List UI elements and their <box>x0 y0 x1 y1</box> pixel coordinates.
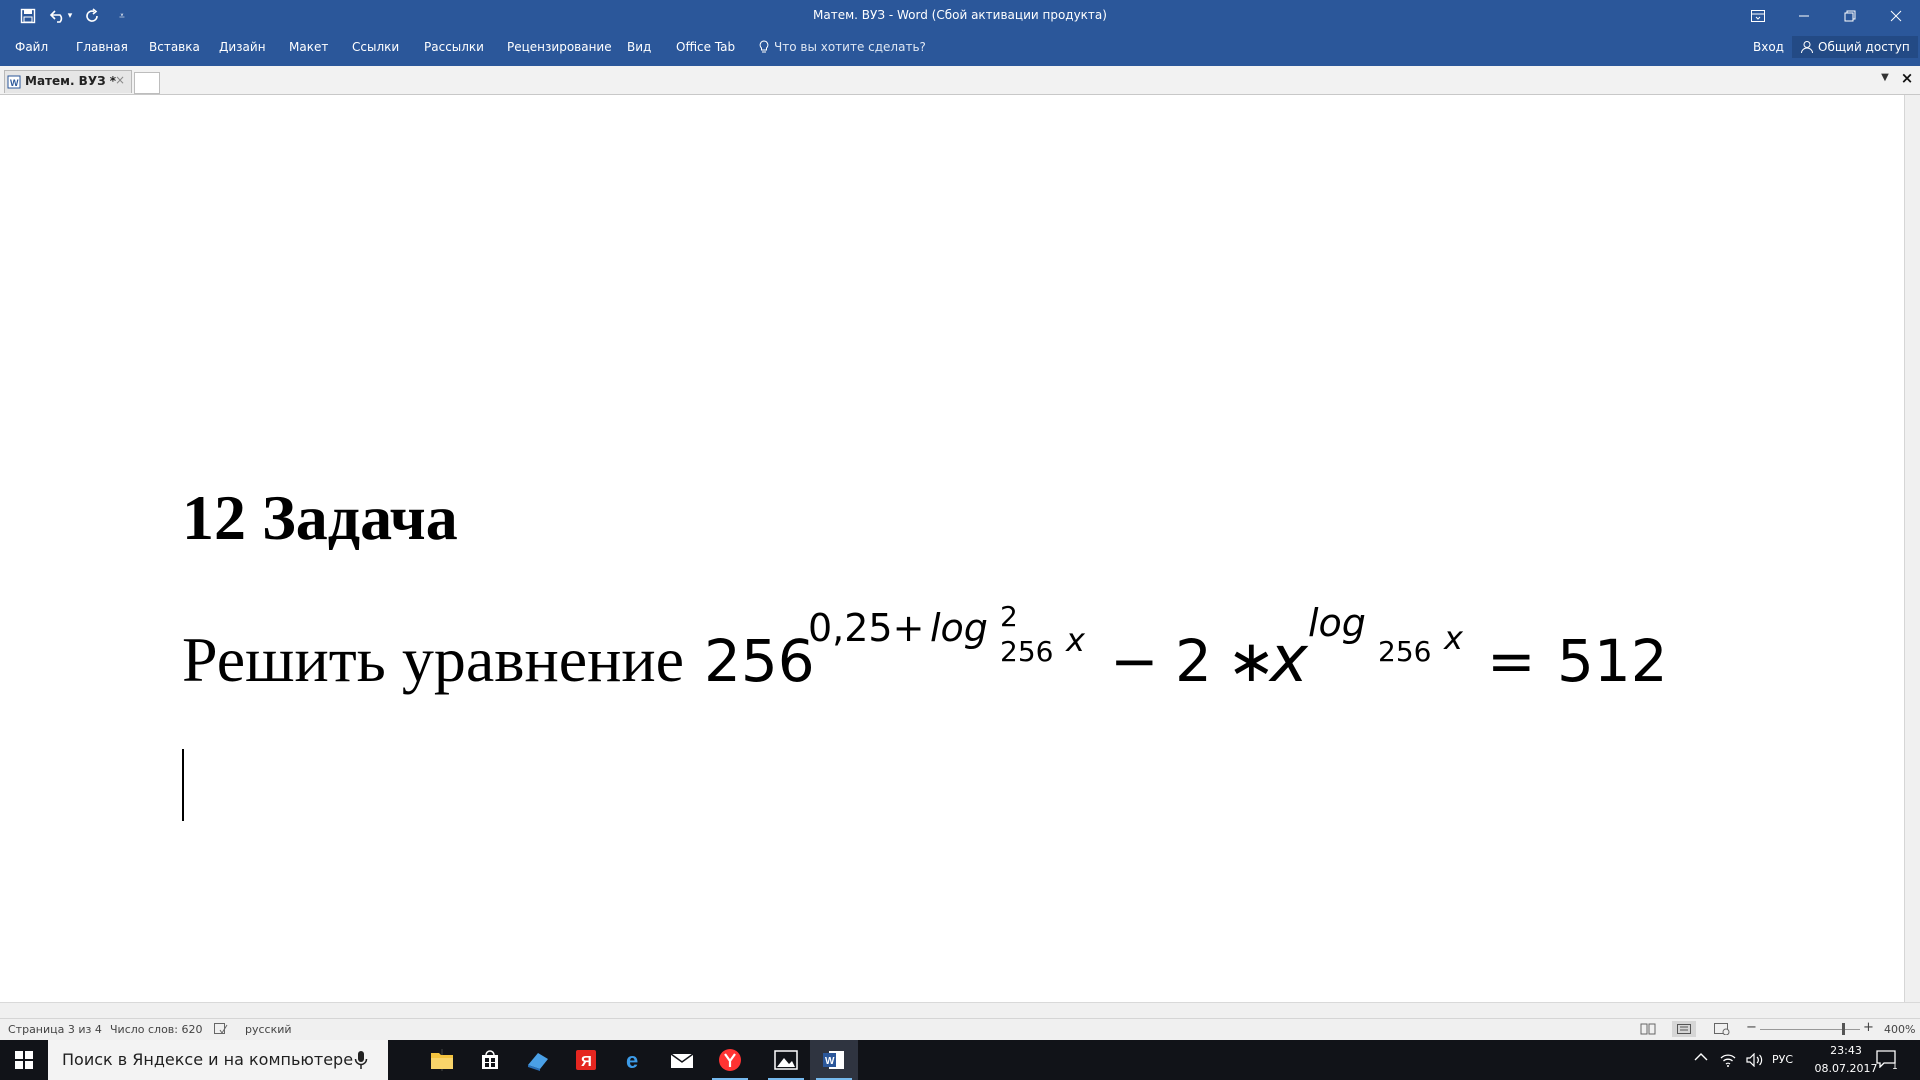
eq-equals: = <box>1487 627 1536 695</box>
eq-log-base-1: 256 <box>1000 635 1053 668</box>
person-icon <box>1801 41 1813 54</box>
tab-layout[interactable]: Макет <box>289 40 328 54</box>
edge-icon[interactable]: e <box>610 1040 658 1080</box>
ribbon-tabs: Файл Главная Вставка Дизайн Макет Ссылки… <box>0 32 1920 66</box>
text-cursor <box>182 749 184 821</box>
tab-home[interactable]: Главная <box>76 40 128 54</box>
tab-office-tab[interactable]: Office Tab <box>676 40 735 54</box>
horizontal-scrollbar[interactable] <box>0 1002 1920 1019</box>
photos-icon[interactable] <box>762 1040 810 1080</box>
lightbulb-icon <box>759 40 769 53</box>
share-label: Общий доступ <box>1818 40 1910 54</box>
window-title: Матем. ВУЗ - Word (Сбой активации продук… <box>813 8 1107 22</box>
language-status[interactable]: русский <box>245 1023 292 1036</box>
ribbon-display-options-icon[interactable] <box>1735 0 1781 32</box>
close-tab-icon[interactable]: × <box>115 73 125 87</box>
word-taskbar-icon[interactable]: W <box>810 1040 858 1080</box>
zoom-slider-thumb[interactable] <box>1842 1023 1845 1035</box>
tab-insert[interactable]: Вставка <box>149 40 200 54</box>
yandex-browser-icon[interactable]: Я <box>562 1040 610 1080</box>
volume-icon[interactable] <box>1746 1052 1764 1071</box>
microphone-icon[interactable] <box>354 1050 368 1070</box>
eq-minus: − <box>1110 627 1159 695</box>
svg-text:Я: Я <box>581 1053 592 1070</box>
clock-time[interactable]: 23:43 <box>1818 1044 1874 1057</box>
new-tab-button[interactable] <box>134 72 160 94</box>
status-bar: Страница 3 из 4 Число слов: 620 русский … <box>0 1018 1920 1041</box>
vertical-scrollbar[interactable] <box>1904 95 1920 1002</box>
pinned-app-icon[interactable] <box>514 1040 562 1080</box>
clock-date[interactable]: 08.07.2017 <box>1810 1062 1882 1075</box>
tab-references[interactable]: Ссылки <box>352 40 399 54</box>
web-layout-icon[interactable] <box>1714 1023 1730 1038</box>
eq-variable: x <box>1268 623 1309 697</box>
tell-me-box[interactable]: Что вы хотите сделать? <box>758 40 926 54</box>
svg-text:e: e <box>626 1049 638 1071</box>
close-button[interactable] <box>1873 0 1919 32</box>
tab-list-dropdown-icon[interactable]: ▼ <box>1876 72 1894 88</box>
equation-line: Решить уравнение 256 0,25+ log 2 256 x −… <box>182 601 1668 697</box>
zoom-in-button[interactable]: + <box>1863 1020 1874 1035</box>
page-count[interactable]: Страница 3 из 4 <box>8 1023 102 1036</box>
document-tab[interactable]: W Матем. ВУЗ * × <box>4 70 132 93</box>
print-layout-icon[interactable] <box>1672 1021 1696 1037</box>
search-placeholder: Поиск в Яндексе и на компьютере <box>62 1050 354 1069</box>
share-button[interactable]: Общий доступ <box>1792 36 1918 58</box>
start-button[interactable] <box>0 1040 48 1080</box>
svg-text:W: W <box>10 78 19 88</box>
office-tab-bar: W Матем. ВУЗ * × ▼ × <box>0 66 1920 95</box>
equation-label: Решить уравнение <box>182 624 684 695</box>
eq-log-1: log <box>930 606 988 650</box>
eq-multiply: ∗ <box>1227 627 1276 695</box>
eq-log-power: 2 <box>1000 601 1018 633</box>
taskbar: Поиск в Яндексе и на компьютере Я e W РУ… <box>0 1040 1920 1080</box>
svg-text:W: W <box>825 1056 835 1067</box>
show-hidden-icons-icon[interactable] <box>1694 1050 1708 1066</box>
eq-rhs: 512 <box>1557 627 1668 695</box>
sign-in-link[interactable]: Вход <box>1753 40 1784 54</box>
proofing-icon[interactable] <box>214 1023 228 1038</box>
minimize-button[interactable] <box>1781 0 1827 32</box>
store-icon[interactable] <box>466 1040 514 1080</box>
mail-icon[interactable] <box>658 1040 706 1080</box>
eq-log-2: log <box>1308 601 1366 645</box>
title-bar: ▾ ⩡ Матем. ВУЗ - Word (Сбой активации пр… <box>0 0 1920 32</box>
eq-log-arg-2: x <box>1443 619 1464 657</box>
eq-exponent-constant: 0,25+ <box>808 606 924 650</box>
eq-coefficient: 2 <box>1175 627 1212 695</box>
eq-log-base-2: 256 <box>1378 635 1431 668</box>
tab-mailings[interactable]: Рассылки <box>424 40 484 54</box>
file-explorer-icon[interactable] <box>418 1040 466 1080</box>
document-tab-label: Матем. ВУЗ * <box>25 74 117 88</box>
network-icon[interactable] <box>1720 1052 1736 1071</box>
tab-review[interactable]: Рецензирование <box>507 40 612 54</box>
word-doc-icon: W <box>7 75 21 89</box>
restore-button[interactable] <box>1827 0 1873 32</box>
tab-file[interactable]: Файл <box>15 40 48 54</box>
eq-base: 256 <box>704 627 815 695</box>
taskbar-search-box[interactable]: Поиск в Яндексе и на компьютере <box>48 1040 388 1080</box>
document-heading: 12 Задача <box>182 482 458 553</box>
input-language[interactable]: РУС <box>1772 1053 1793 1066</box>
eq-log-arg-1: x <box>1065 621 1086 659</box>
zoom-out-button[interactable]: − <box>1746 1020 1757 1035</box>
tab-design[interactable]: Дизайн <box>219 40 266 54</box>
document-canvas[interactable]: 12 Задача Решить уравнение 256 0,25+ log… <box>0 95 1904 1002</box>
tell-me-text: Что вы хотите сделать? <box>774 40 926 54</box>
tab-view[interactable]: Вид <box>627 40 651 54</box>
yandex-app-icon[interactable] <box>706 1040 754 1080</box>
windows-icon <box>15 1051 33 1069</box>
zoom-level[interactable]: 400% <box>1884 1023 1915 1036</box>
notification-badge: 1 <box>1892 1062 1898 1072</box>
read-mode-icon[interactable] <box>1640 1023 1656 1038</box>
close-all-tabs-icon[interactable]: × <box>1898 69 1916 89</box>
word-count[interactable]: Число слов: 620 <box>110 1023 203 1036</box>
zoom-slider-track[interactable] <box>1760 1029 1860 1030</box>
